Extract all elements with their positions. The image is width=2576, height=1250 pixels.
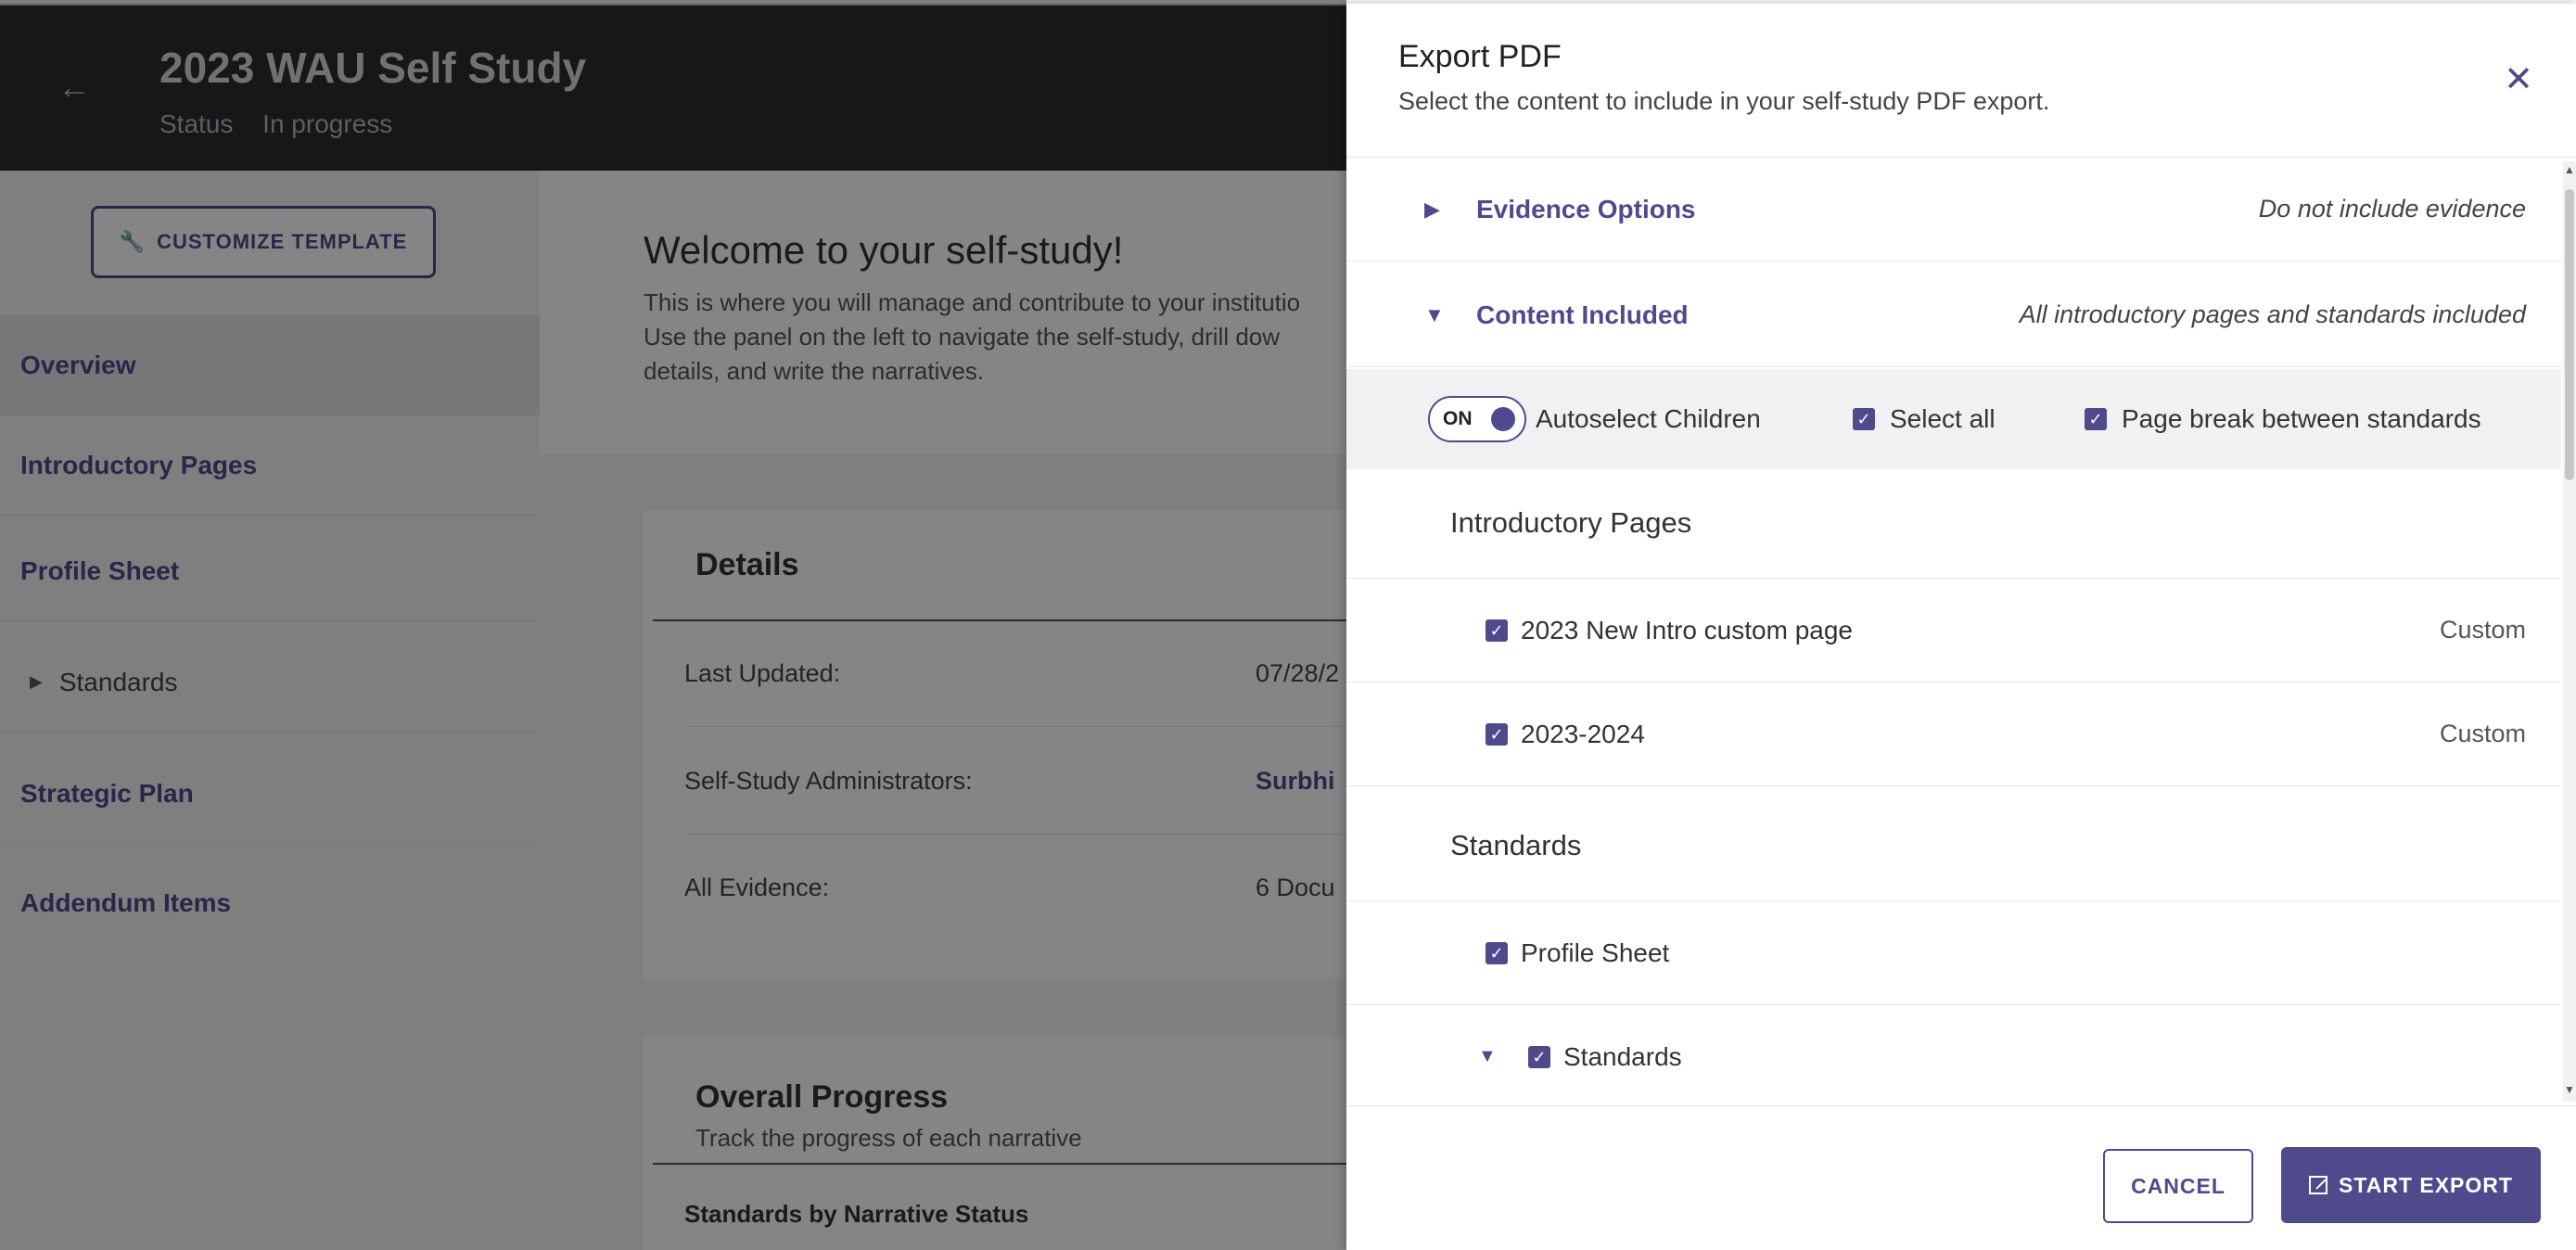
section-content-included[interactable]: ▼ Content Included All introductory page…: [1346, 263, 2561, 367]
autoselect-toggle[interactable]: ON: [1428, 396, 1526, 442]
list-item: ▼ ✓ Standards: [1346, 1005, 2561, 1105]
item-label: 2023-2024: [1521, 720, 1645, 748]
caret-down-icon[interactable]: ▼: [1478, 1046, 1497, 1067]
autoselect-label: Autoselect Children: [1536, 404, 1761, 433]
select-all-checkbox[interactable]: ✓: [1853, 408, 1875, 430]
export-pdf-drawer: Export PDF Select the content to include…: [1346, 4, 2576, 1250]
item-label: Profile Sheet: [1521, 938, 1670, 967]
item-checkbox[interactable]: ✓: [1486, 619, 1508, 642]
section-summary: Do not include evidence: [2258, 195, 2526, 223]
page-break-checkbox[interactable]: ✓: [2085, 408, 2107, 430]
group-heading-label: Standards: [1450, 829, 1582, 861]
group-heading-standards: Standards: [1346, 786, 2561, 901]
close-icon[interactable]: ✕: [2500, 61, 2537, 98]
item-type: Custom: [2439, 616, 2526, 644]
drawer-footer: CANCEL START EXPORT: [1346, 1105, 2576, 1250]
start-export-button[interactable]: START EXPORT: [2281, 1147, 2541, 1223]
item-type: Custom: [2439, 720, 2526, 747]
drawer-scroll-area[interactable]: ▶ Evidence Options Do not include eviden…: [1346, 158, 2561, 1105]
item-checkbox[interactable]: ✓: [1486, 723, 1508, 746]
section-label: Content Included: [1476, 300, 1689, 329]
caret-right-icon[interactable]: ▶: [1424, 198, 1440, 222]
external-link-icon: [2309, 1176, 2328, 1194]
group-heading-introductory-pages: Introductory Pages: [1346, 469, 2561, 579]
section-summary: All introductory pages and standards inc…: [2019, 300, 2526, 328]
list-item: ✓ 2023 New Intro custom page Custom: [1346, 579, 2561, 682]
page-break-label: Page break between standards: [2122, 404, 2481, 433]
list-item: ✓ 2023-2024 Custom: [1346, 682, 2561, 786]
group-heading-label: Introductory Pages: [1450, 506, 1692, 539]
list-item: ✓ Profile Sheet: [1346, 901, 2561, 1005]
scrollbar-thumb[interactable]: [2565, 189, 2574, 480]
section-label: Evidence Options: [1476, 194, 1696, 223]
modal-backdrop[interactable]: [0, 0, 1346, 1250]
scroll-up-icon[interactable]: ▲: [2564, 163, 2575, 176]
drawer-header: Export PDF Select the content to include…: [1346, 4, 2576, 158]
item-checkbox[interactable]: ✓: [1528, 1046, 1550, 1068]
start-export-label: START EXPORT: [2339, 1172, 2513, 1197]
toggle-text: ON: [1443, 408, 1473, 429]
drawer-title: Export PDF: [1398, 39, 1562, 74]
toggle-knob: [1491, 407, 1515, 431]
cancel-button[interactable]: CANCEL: [2103, 1149, 2253, 1223]
item-checkbox[interactable]: ✓: [1486, 942, 1508, 964]
section-evidence-options[interactable]: ▶ Evidence Options Do not include eviden…: [1346, 158, 2561, 261]
content-toolbar: ON Autoselect Children ✓ Select all ✓ Pa…: [1346, 369, 2561, 469]
drawer-subtitle: Select the content to include in your se…: [1398, 87, 2050, 115]
caret-down-icon[interactable]: ▼: [1424, 303, 1445, 327]
select-all-label: Select all: [1890, 404, 1996, 433]
scroll-down-icon[interactable]: ▼: [2564, 1083, 2575, 1096]
item-label: Standards: [1563, 1042, 1682, 1071]
item-label: 2023 New Intro custom page: [1521, 616, 1853, 644]
